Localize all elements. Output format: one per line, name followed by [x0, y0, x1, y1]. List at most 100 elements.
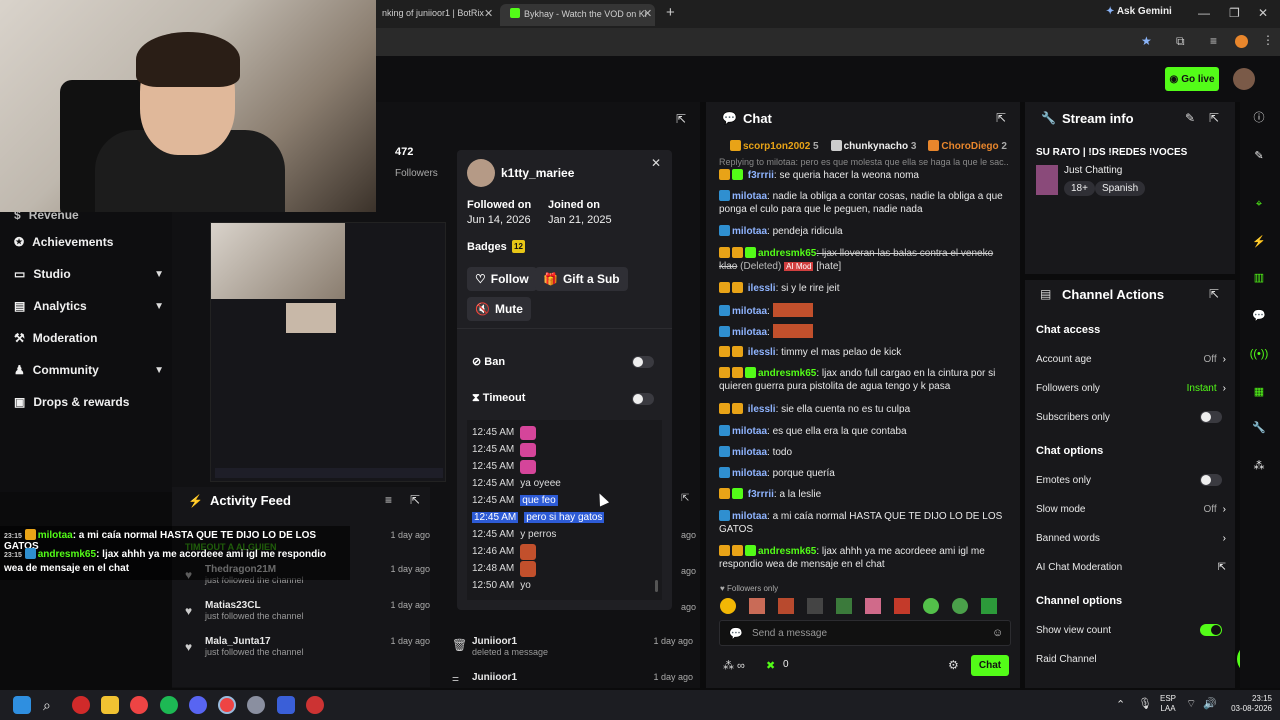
popout-icon[interactable]: ⇱: [1209, 287, 1219, 301]
chat-username[interactable]: milotaa: [732, 327, 767, 338]
emoji-icon[interactable]: ☺: [992, 627, 1003, 639]
windows-start-icon[interactable]: [13, 696, 31, 714]
ban-toggle[interactable]: [632, 356, 654, 368]
popout-icon[interactable]: ⇱: [681, 493, 689, 504]
follow-button[interactable]: ♡ Follow: [467, 267, 537, 291]
emote-icon[interactable]: [720, 598, 736, 614]
bookmark-star-icon[interactable]: ★: [1141, 34, 1152, 48]
clock[interactable]: 23:15 03-08-2026: [1222, 694, 1272, 714]
chrome-active-icon[interactable]: [218, 696, 236, 714]
chat-username[interactable]: ilessli: [748, 283, 776, 294]
chevron-up-icon[interactable]: ⌃: [1116, 698, 1125, 711]
chat-message[interactable]: ilessli: sie ella cuenta no es tu culpa: [719, 403, 1013, 416]
chat-username[interactable]: milotaa: [732, 511, 767, 522]
sidebar-item-moderation[interactable]: ⚒ Moderation: [14, 328, 164, 348]
profile-avatar-icon[interactable]: [1235, 35, 1248, 48]
wrench-icon[interactable]: 🔧: [1249, 418, 1269, 438]
user-card-username[interactable]: k1tty_mariee: [501, 166, 574, 180]
app-icon[interactable]: [277, 696, 295, 714]
chat-username[interactable]: ilessli: [748, 404, 776, 415]
raid-channel-row[interactable]: Raid Channel: [1036, 651, 1226, 667]
chat-message[interactable]: f3rrrii: a la leslie: [719, 488, 1013, 501]
slow-mode-row[interactable]: Slow mode Off ›: [1036, 501, 1226, 517]
timeout-row[interactable]: ⧗ Timeout: [472, 392, 525, 405]
chat-message[interactable]: milotaa: pendeja ridicula: [719, 225, 1013, 238]
timeout-toggle[interactable]: [632, 393, 654, 405]
chat-username[interactable]: milotaa: [732, 426, 767, 437]
chat-message[interactable]: milotaa: a mi caía normal HASTA QUE TE D…: [719, 510, 1013, 536]
gifter[interactable]: ChoroDiego 2: [928, 140, 1007, 152]
stream-preview[interactable]: [210, 222, 446, 482]
close-tab-icon[interactable]: ✕: [643, 7, 652, 20]
media-icon[interactable]: ≡: [1210, 34, 1217, 48]
focus-icon[interactable]: ⌖: [1249, 194, 1269, 214]
ban-row[interactable]: ⊘ Ban: [472, 355, 505, 368]
app-icon[interactable]: [72, 696, 90, 714]
emote-icon[interactable]: [952, 598, 968, 614]
search-icon[interactable]: ⌕: [43, 696, 61, 714]
chat-message[interactable]: milotaa: nadie la obliga a contar cosas,…: [719, 190, 1013, 216]
edit-icon[interactable]: ✎: [1185, 111, 1195, 125]
close-tab-icon[interactable]: ✕: [484, 7, 493, 20]
info-icon[interactable]: ⓘ: [1249, 108, 1269, 128]
sidebar-item-community[interactable]: ♟ Community ▼: [14, 360, 164, 380]
chrome-icon[interactable]: [130, 696, 148, 714]
account-age-row[interactable]: Account age Off ›: [1036, 351, 1226, 367]
chat-username[interactable]: ilessli: [748, 347, 776, 358]
close-window-icon[interactable]: ✕: [1258, 6, 1268, 20]
broadcast-icon[interactable]: ((•)): [1249, 344, 1269, 364]
settings-icon[interactable]: [247, 696, 265, 714]
chat-username[interactable]: f3rrrii: [748, 489, 774, 500]
banned-words-row[interactable]: Banned words ›: [1036, 530, 1226, 546]
chat-message[interactable]: milotaa:: [719, 324, 1013, 339]
chat-username[interactable]: andresmk65: [758, 368, 816, 379]
emotes-only-toggle[interactable]: [1200, 474, 1222, 486]
pencil-icon[interactable]: ✎: [1249, 146, 1269, 166]
emote-icon[interactable]: [894, 598, 910, 614]
minimize-icon[interactable]: —: [1198, 6, 1210, 20]
chat-username[interactable]: milotaa: [732, 191, 767, 202]
tag-chip[interactable]: 18+: [1064, 181, 1095, 196]
chat-message[interactable]: milotaa: todo: [719, 446, 1013, 459]
emote-icon[interactable]: [865, 598, 881, 614]
gifter[interactable]: chunkynacho 3: [830, 140, 916, 152]
ai-moderation-row[interactable]: AI Chat Moderation ⇱: [1036, 559, 1226, 575]
gear-icon[interactable]: ⚙: [948, 658, 959, 672]
show-view-count-toggle[interactable]: [1200, 624, 1222, 636]
chat-message[interactable]: milotaa: porque quería: [719, 467, 1013, 480]
close-icon[interactable]: ✕: [651, 156, 661, 170]
discord-icon[interactable]: [189, 696, 207, 714]
subscribers-only-toggle[interactable]: [1200, 411, 1222, 423]
chat-username[interactable]: milotaa: [732, 447, 767, 458]
sidebar-item-drops[interactable]: ▣ Drops & rewards: [14, 392, 164, 412]
ask-gemini-button[interactable]: ✦ Ask Gemini: [1106, 6, 1172, 17]
stream-category[interactable]: Just Chatting: [1064, 165, 1122, 176]
emote-icon[interactable]: [807, 598, 823, 614]
user-avatar[interactable]: [1233, 68, 1255, 90]
popout-icon[interactable]: ⇱: [1209, 111, 1219, 125]
chat-message[interactable]: andresmk65: ljax ando full cargao en la …: [719, 367, 1013, 393]
emote-icon[interactable]: [749, 598, 765, 614]
obs-icon[interactable]: [306, 696, 324, 714]
sidebar-item-analytics[interactable]: ▤ Analytics ▼: [14, 296, 164, 316]
maximize-icon[interactable]: ❐: [1229, 6, 1240, 20]
chat-username[interactable]: andresmk65: [758, 248, 816, 259]
chat-username[interactable]: f3rrrii: [748, 170, 774, 181]
chat-message[interactable]: andresmk65: ljax ahhh ya me acordeee ami…: [719, 545, 1013, 571]
sidebar-item-achievements[interactable]: ✪ Achievements: [14, 232, 164, 252]
chat-input[interactable]: 💬 Send a message ☺: [719, 620, 1011, 646]
send-chat-button[interactable]: Chat: [971, 655, 1009, 676]
chat-username[interactable]: milotaa: [732, 468, 767, 479]
document-icon[interactable]: ▥: [1249, 268, 1269, 288]
emote-icon[interactable]: [778, 598, 794, 614]
users-icon[interactable]: ⁂: [1249, 456, 1269, 476]
chat-message[interactable]: milotaa: es que ella era la que contaba: [719, 425, 1013, 438]
spotify-icon[interactable]: [160, 696, 178, 714]
chat-username[interactable]: andresmk65: [758, 546, 816, 557]
chat-username[interactable]: milotaa: [732, 306, 767, 317]
go-live-button[interactable]: ◉ Go live: [1165, 67, 1219, 91]
layout-icon[interactable]: ▦: [1249, 382, 1269, 402]
wifi-icon[interactable]: ⌔: [1186, 697, 1196, 711]
volume-icon[interactable]: 🔊: [1203, 697, 1217, 710]
emote-icon[interactable]: [923, 598, 939, 614]
